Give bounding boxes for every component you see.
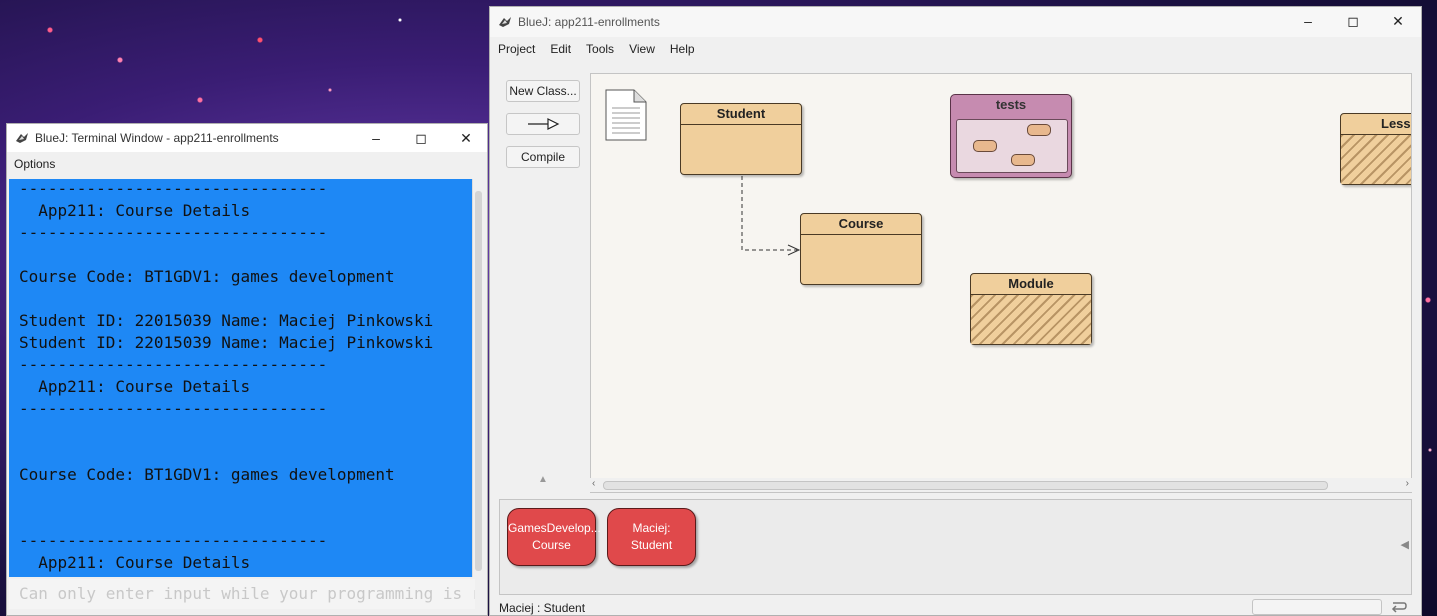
scroll-left-icon[interactable]: ‹ [592,478,595,489]
reset-vm-icon[interactable] [1390,599,1408,613]
class-name: Course [801,214,921,235]
object-name: Maciej: [632,521,671,535]
terminal-output[interactable]: -------------------------------- App211:… [9,179,475,577]
terminal-scrollbar[interactable] [472,179,485,577]
arrow-icon [528,118,560,130]
maximize-icon[interactable]: ◻ [398,124,444,152]
main-title: BlueJ: app211-enrollments [518,15,660,29]
class-module[interactable]: Module [970,273,1092,345]
terminal-line: Course Code: BT1GDV1: games development [19,267,395,286]
terminal-line: App211: Course Details [19,553,251,572]
class-name: Module [971,274,1091,295]
new-arrow-button[interactable] [506,113,580,135]
menu-edit[interactable]: Edit [542,42,578,56]
status-bar-text: Maciej : Student [499,601,586,615]
scroll-right-icon[interactable]: › [1406,478,1409,489]
package-name: tests [995,97,1027,112]
compile-button[interactable]: Compile [506,146,580,168]
object-type: Course [532,538,571,552]
scrollbar-thumb[interactable] [475,191,482,571]
terminal-line: -------------------------------- [19,179,328,198]
terminal-line: -------------------------------- [19,223,328,242]
uncompiled-hatch [971,295,1091,344]
minimize-icon[interactable]: – [353,124,399,152]
canvas-hscrollbar[interactable]: ‹ › [590,478,1412,492]
collapse-up-icon[interactable]: ▲ [538,474,548,485]
class-student[interactable]: Student [680,103,802,175]
object-gamesdevelop-course[interactable]: GamesDevelop... Course [507,508,601,566]
menu-view[interactable]: View [621,42,662,56]
status-progress-box [1252,599,1382,615]
main-titlebar[interactable]: BlueJ: app211-enrollments – ◻ ✕ [490,7,1421,37]
class-name: Lesso [1341,114,1411,135]
object-bench[interactable]: GamesDevelop... Course Maciej: Student ◀ [499,499,1412,595]
terminal-title: BlueJ: Terminal Window - app211-enrollme… [35,131,279,145]
menu-help[interactable]: Help [662,42,702,56]
object-name: GamesDevelop... [508,521,601,535]
collapse-left-icon[interactable]: ◀ [1401,538,1409,551]
terminal-line: Course Code: BT1GDV1: games development [19,465,395,484]
terminal-line: -------------------------------- [19,399,328,418]
terminal-titlebar[interactable]: BlueJ: Terminal Window - app211-enrollme… [7,124,487,152]
menu-tools[interactable]: Tools [578,42,621,56]
minimize-icon[interactable]: – [1285,7,1331,35]
class-name: Student [681,104,801,125]
class-lesson[interactable]: Lesso [1340,113,1411,185]
terminal-line: Student ID: 22015039 Name: Maciej Pinkow… [19,311,434,330]
uncompiled-hatch [1341,135,1411,184]
scrollbar-thumb[interactable] [603,481,1328,490]
terminal-line: App211: Course Details [19,201,251,220]
maximize-icon[interactable]: ◻ [1330,7,1376,35]
class-pill [1027,124,1051,136]
new-class-button[interactable]: New Class... [506,80,580,102]
object-maciej-student[interactable]: Maciej: Student [607,508,696,566]
terminal-window[interactable]: BlueJ: Terminal Window - app211-enrollme… [6,123,488,616]
terminal-input[interactable]: Can only enter input while your programm… [9,579,475,609]
package-tests[interactable]: tests [950,94,1072,178]
class-pill [973,140,997,152]
menu-project[interactable]: Project [490,42,542,56]
close-icon[interactable]: ✕ [443,124,489,152]
class-course[interactable]: Course [800,213,922,285]
menu-options[interactable]: Options [7,157,62,171]
bluej-bird-icon [15,132,29,144]
terminal-line: -------------------------------- [19,531,328,550]
terminal-line: -------------------------------- [19,574,327,577]
bluej-main-window[interactable]: BlueJ: app211-enrollments – ◻ ✕ Project … [489,6,1422,616]
package-contents [956,119,1068,173]
class-pill [1011,154,1035,166]
terminal-menubar: Options [7,152,487,176]
terminal-line: -------------------------------- [19,355,328,374]
class-diagram-canvas[interactable]: Student Course Module Lesso tests [590,73,1412,493]
object-type: Student [630,538,673,552]
terminal-line: App211: Course Details [19,377,251,396]
main-menubar: Project Edit Tools View Help [490,37,1421,61]
close-icon[interactable]: ✕ [1375,7,1421,35]
bluej-bird-icon [498,16,512,28]
terminal-line: Student ID: 22015039 Name: Maciej Pinkow… [19,333,434,352]
